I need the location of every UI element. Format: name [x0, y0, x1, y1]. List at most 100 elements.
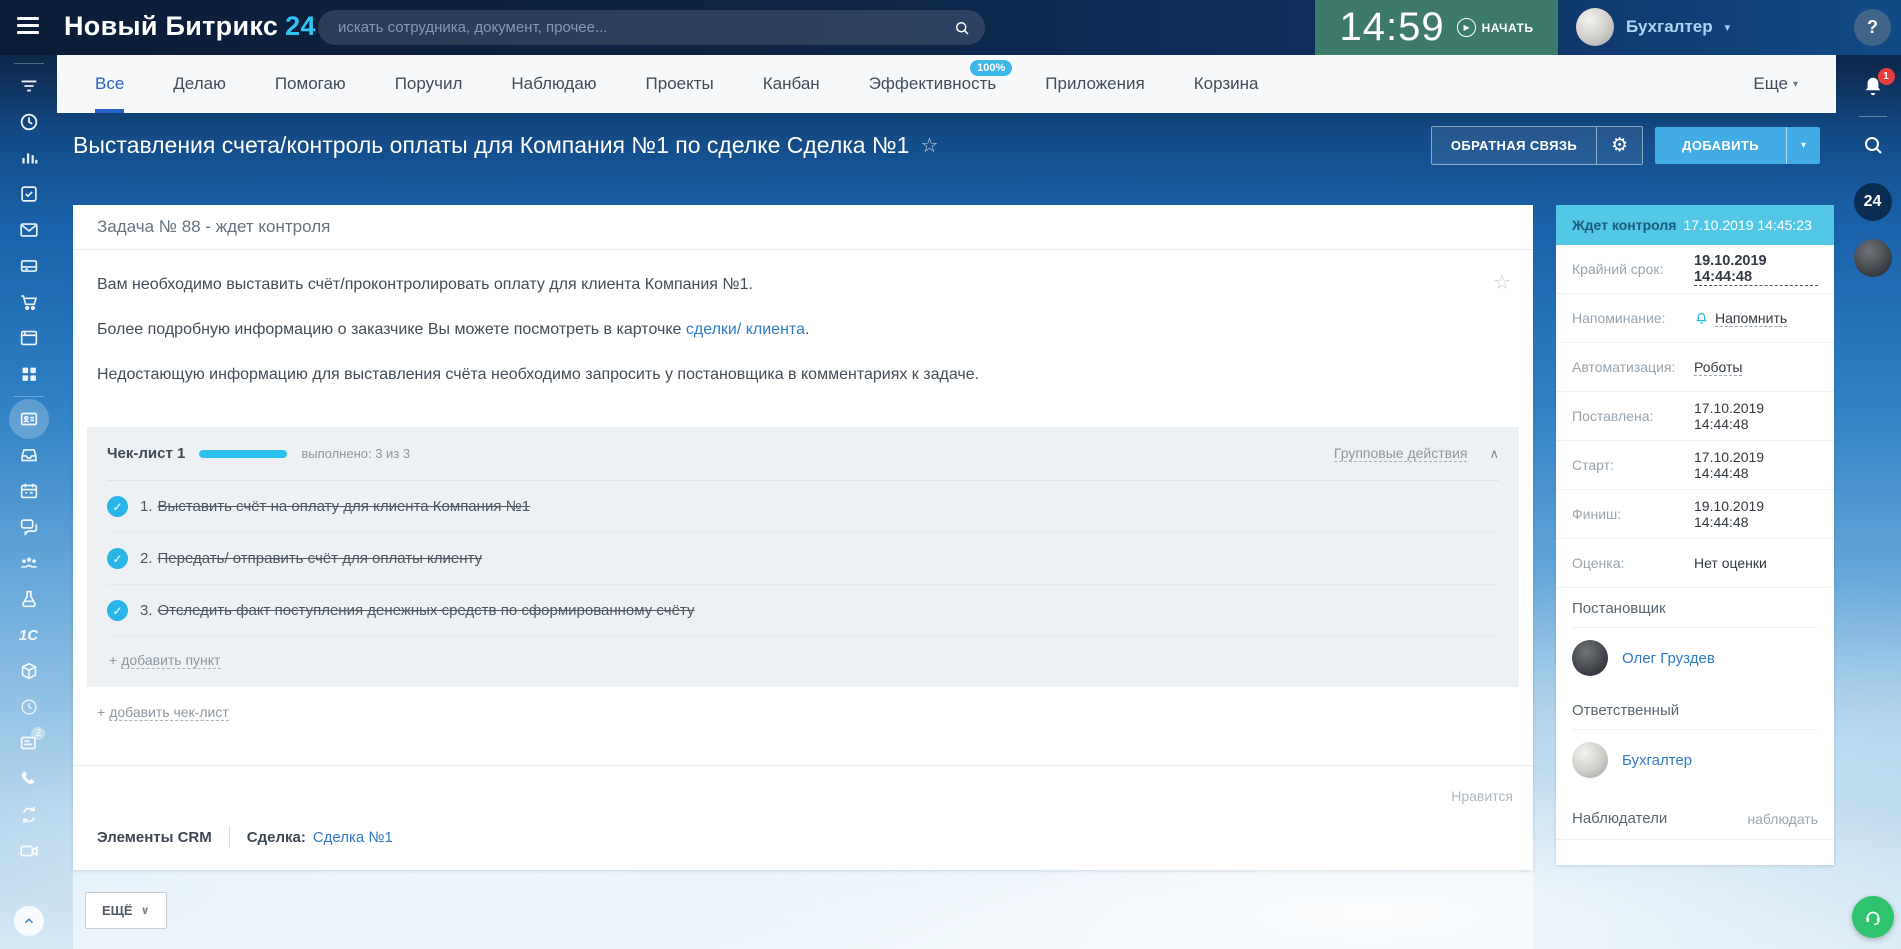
like-button[interactable]: Нравится: [1451, 788, 1513, 804]
tab-doing[interactable]: Делаю: [173, 55, 226, 113]
reminder-value[interactable]: Напомнить: [1715, 310, 1787, 327]
help-button[interactable]: ?: [1854, 9, 1891, 46]
sidebar-item-drive[interactable]: [0, 248, 57, 284]
checkbox-checked-icon[interactable]: ✓: [107, 548, 128, 569]
search-icon: [1861, 133, 1885, 157]
start-workday-button[interactable]: ▶ НАЧАТЬ: [1457, 18, 1534, 37]
deal-link[interactable]: Сделка №1: [313, 829, 393, 846]
deal-client-link[interactable]: сделки/ клиента: [686, 321, 805, 338]
finish-row: Финиш: 19.10.2019 14:44:48: [1556, 490, 1834, 539]
settings-button[interactable]: ⚙: [1596, 127, 1642, 164]
user-avatar[interactable]: [1576, 8, 1614, 46]
sidebar-item-live-feed[interactable]: [0, 68, 57, 104]
group-actions-link[interactable]: Групповые действия: [1334, 445, 1468, 462]
logo-accent: 24: [285, 11, 316, 41]
more-button[interactable]: ЕЩЁ ∨: [85, 892, 167, 929]
tab-helping[interactable]: Помогаю: [275, 55, 346, 113]
task-card: Задача № 88 - ждет контроля ☆ Вам необхо…: [73, 205, 1533, 870]
tab-all[interactable]: Все: [95, 55, 124, 113]
profile-avatar[interactable]: [1854, 239, 1892, 277]
checklist-title: Чек-лист 1: [107, 445, 185, 462]
tab-applications[interactable]: Приложения: [1045, 55, 1144, 113]
user-menu[interactable]: Бухгалтер ▾: [1576, 8, 1730, 46]
sidebar-item-documents[interactable]: [0, 437, 57, 473]
task-description: ☆ Вам необходимо выставить счёт/проконтр…: [73, 250, 1533, 413]
sidebar-item-crm[interactable]: [0, 401, 57, 437]
tab-watching[interactable]: Наблюдаю: [511, 55, 596, 113]
search-input[interactable]: [338, 19, 953, 36]
sidebar-item-tasks[interactable]: [0, 176, 57, 212]
efficiency-badge: 100%: [970, 60, 1012, 76]
sidebar-item-employees[interactable]: [0, 545, 57, 581]
sidebar-item-telephony[interactable]: [0, 761, 57, 797]
favorite-star-icon[interactable]: ☆: [1493, 270, 1511, 295]
tab-recycle-bin[interactable]: Корзина: [1194, 55, 1259, 113]
checklist-item-text[interactable]: Передать/ отправить счёт для оплаты клие…: [158, 550, 483, 567]
watchers-row: Наблюдатели наблюдать: [1556, 796, 1834, 840]
sidebar-item-1c[interactable]: 1С: [0, 617, 57, 653]
deal-field-label: Сделка:: [247, 829, 306, 846]
watch-action[interactable]: наблюдать: [1747, 811, 1818, 827]
sidebar-item-mail[interactable]: [0, 212, 57, 248]
sidebar-item-marketing[interactable]: [0, 581, 57, 617]
sidebar-item-time[interactable]: [0, 689, 57, 725]
feedback-button[interactable]: ОБРАТНАЯ СВЯЗЬ: [1432, 127, 1596, 164]
deadline-value[interactable]: 19.10.2019 14:44:48: [1694, 253, 1818, 286]
collapse-sidebar-button[interactable]: [0, 903, 57, 939]
sidebar-item-pulse[interactable]: [0, 140, 57, 176]
creator-link[interactable]: Олег Груздев: [1622, 650, 1715, 667]
support-chat-button[interactable]: [1852, 896, 1894, 938]
sidebar-item-time-management[interactable]: [0, 104, 57, 140]
logo[interactable]: Новый Битрикс24: [64, 11, 316, 42]
task-footer: ЕЩЁ ∨: [73, 870, 1533, 949]
checkbox-checked-icon[interactable]: ✓: [107, 600, 128, 621]
add-caret[interactable]: ▾: [1786, 127, 1820, 164]
sidebar-item-apps[interactable]: [0, 356, 57, 392]
tab-projects[interactable]: Проекты: [646, 55, 714, 113]
add-checklist-item-button[interactable]: +добавить пункт: [107, 637, 1499, 687]
sidebar-item-sync[interactable]: [0, 797, 57, 833]
checklist-item-text[interactable]: Отследить факт поступления денежных сред…: [158, 602, 695, 619]
checklist-item: ✓ 1. Выставить счёт на оплату для клиент…: [107, 481, 1499, 533]
play-icon: ▶: [1457, 18, 1476, 37]
sidebar-item-market[interactable]: [0, 284, 57, 320]
reminder-row: Напоминание: Напомнить: [1556, 294, 1834, 343]
sidebar-search-button[interactable]: [1861, 133, 1885, 157]
sidebar-item-sites[interactable]: [0, 320, 57, 356]
tab-efficiency[interactable]: Эффективность100%: [869, 55, 997, 113]
sidebar-item-warehouse[interactable]: [0, 653, 57, 689]
crm-elements-label: Элементы CRM: [97, 829, 212, 846]
sidebar-item-calendar[interactable]: [0, 473, 57, 509]
gear-icon: ⚙: [1611, 134, 1628, 157]
tab-assigned[interactable]: Поручил: [395, 55, 463, 113]
notifications-button[interactable]: 1: [1860, 74, 1886, 100]
checkbox-checked-icon[interactable]: ✓: [107, 496, 128, 517]
add-button[interactable]: ДОБАВИТЬ ▾: [1655, 127, 1820, 164]
tab-more[interactable]: Еще▾: [1753, 55, 1798, 113]
global-search: [318, 10, 985, 45]
add-checklist-button[interactable]: +добавить чек-лист: [73, 687, 1533, 737]
status-banner: Ждет контроля 17.10.2019 14:45:23: [1556, 205, 1834, 245]
responsible-avatar[interactable]: [1572, 742, 1608, 778]
sidebar-item-messenger[interactable]: [0, 509, 57, 545]
favorite-star-icon[interactable]: ☆: [920, 133, 938, 158]
headset-icon: [1862, 906, 1884, 928]
bell-icon: [1694, 311, 1709, 326]
sidebar-item-news[interactable]: 2: [0, 725, 57, 761]
robots-value[interactable]: Роботы: [1694, 359, 1742, 376]
checklist-item: ✓ 3. Отследить факт поступления денежных…: [107, 585, 1499, 637]
menu-icon[interactable]: [17, 17, 39, 37]
checklist-item-text[interactable]: Выставить счёт на оплату для клиента Ком…: [158, 498, 531, 515]
tab-kanban[interactable]: Канбан: [763, 55, 820, 113]
tasks-nav-bar: Все Делаю Помогаю Поручил Наблюдаю Проек…: [57, 55, 1836, 113]
user-name: Бухгалтер: [1626, 17, 1713, 37]
responsible-link[interactable]: Бухгалтер: [1622, 752, 1692, 769]
bitrix24-badge[interactable]: 24: [1854, 183, 1892, 221]
creator-avatar[interactable]: [1572, 640, 1608, 676]
rating-row: Оценка: Нет оценки: [1556, 539, 1834, 588]
worktime-widget[interactable]: 14:59 ▶ НАЧАТЬ: [1315, 0, 1558, 55]
chevron-up-icon[interactable]: ∧: [1489, 446, 1499, 462]
search-icon[interactable]: [953, 19, 971, 37]
page-title: Выставления счета/контроль оплаты для Ко…: [73, 132, 909, 159]
sidebar-item-video-calls[interactable]: [0, 833, 57, 869]
